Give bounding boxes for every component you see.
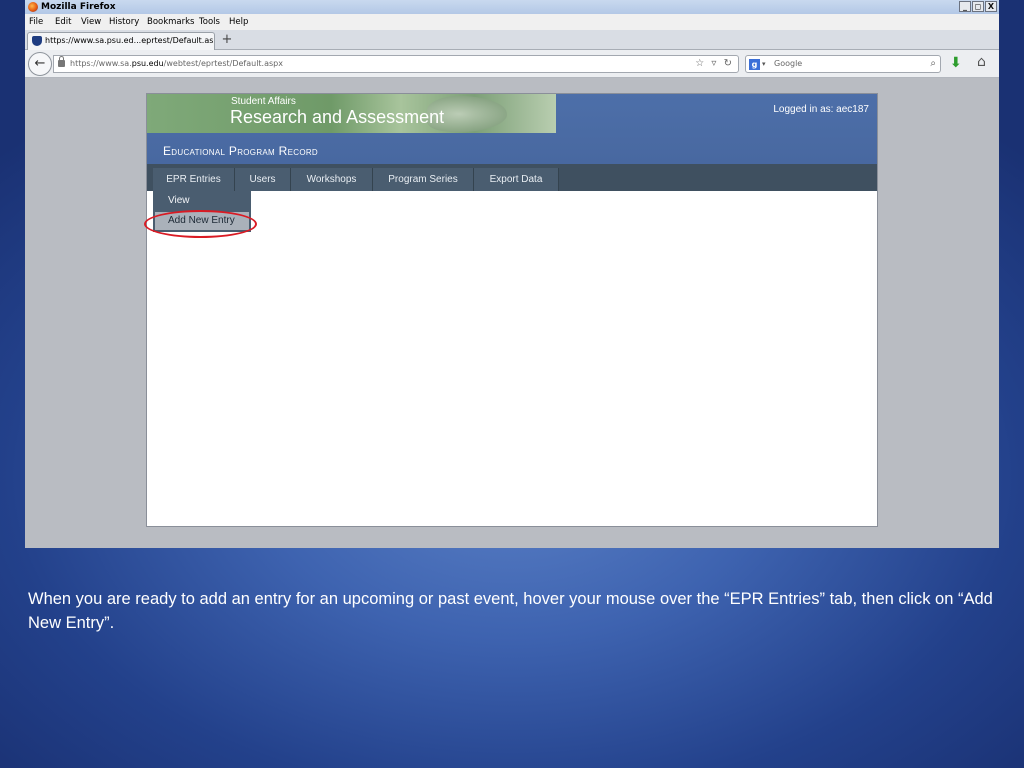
menu-bookmarks[interactable]: Bookmarks xyxy=(147,14,195,30)
window-title: Mozilla Firefox xyxy=(41,2,116,12)
web-page: Student Affairs Research and Assessment … xyxy=(146,93,878,527)
menu-tools[interactable]: Tools xyxy=(199,14,220,30)
menu-view[interactable]: View xyxy=(81,14,101,30)
tab-users[interactable]: Users xyxy=(235,168,291,191)
new-tab-button[interactable]: + xyxy=(218,33,236,49)
window-titlebar: Mozilla Firefox _ ◻ X xyxy=(25,0,999,14)
restore-button[interactable]: ◻ xyxy=(972,1,984,12)
menu-history[interactable]: History xyxy=(109,14,139,30)
banner-title: Research and Assessment xyxy=(230,107,445,127)
url-input[interactable]: https://www.sa.psu.edu/webtest/eprtest/D… xyxy=(53,55,739,73)
browser-tab[interactable]: https://www.sa.psu.ed...eprtest/Default.… xyxy=(27,32,215,50)
download-icon[interactable]: ⬇ xyxy=(950,55,962,71)
home-icon[interactable]: ⌂ xyxy=(977,54,986,70)
logged-in-status: Logged in as: aec187 xyxy=(773,104,869,115)
banner-subtitle: Student Affairs xyxy=(231,96,296,107)
search-input[interactable]: g ▾ Google ⌕ xyxy=(745,55,941,73)
tab-epr-entries[interactable]: EPR Entries xyxy=(153,168,235,191)
tab-label: https://www.sa.psu.ed...eprtest/Default.… xyxy=(45,36,215,45)
tab-workshops[interactable]: Workshops xyxy=(291,168,373,191)
highlight-circle-annotation xyxy=(144,210,257,238)
lock-icon xyxy=(58,56,65,67)
navigation-bar: ← https://www.sa.psu.edu/webtest/eprtest… xyxy=(25,50,999,78)
window-controls: _ ◻ X xyxy=(959,1,997,12)
menu-edit[interactable]: Edit xyxy=(55,14,71,30)
psu-shield-icon xyxy=(32,36,42,46)
close-button[interactable]: X xyxy=(985,1,997,12)
slide-caption: When you are ready to add an entry for a… xyxy=(28,590,993,632)
menu-bar: File Edit View History Bookmarks Tools H… xyxy=(25,14,999,30)
menu-file[interactable]: File xyxy=(29,14,43,30)
tab-program-series[interactable]: Program Series xyxy=(373,168,474,191)
url-text: https://www.sa.psu.edu/webtest/eprtest/D… xyxy=(70,59,283,68)
search-engine-dropdown-icon[interactable]: ▾ xyxy=(762,56,766,72)
site-banner[interactable]: Student Affairs Research and Assessment xyxy=(147,94,556,133)
back-arrow-icon[interactable]: ← xyxy=(28,52,52,76)
site-header: Student Affairs Research and Assessment … xyxy=(147,94,877,164)
search-icon[interactable]: ⌕ xyxy=(930,56,936,72)
firefox-logo-icon xyxy=(28,2,38,12)
tab-strip: https://www.sa.psu.ed...eprtest/Default.… xyxy=(25,30,999,50)
menu-item-view[interactable]: View xyxy=(155,192,249,210)
search-placeholder: Google xyxy=(774,59,803,68)
bookmark-star-icon[interactable]: ☆ ▿ ↻ xyxy=(695,56,734,72)
tab-export-data[interactable]: Export Data xyxy=(474,168,559,191)
page-title: Educational Program Record xyxy=(163,144,319,158)
site-nav: EPR Entries Users Workshops Program Seri… xyxy=(147,164,877,191)
browser-screenshot: Mozilla Firefox _ ◻ X File Edit View His… xyxy=(25,0,999,548)
menu-help[interactable]: Help xyxy=(229,14,248,30)
minimize-button[interactable]: _ xyxy=(959,1,971,12)
google-icon[interactable]: g xyxy=(749,59,760,70)
